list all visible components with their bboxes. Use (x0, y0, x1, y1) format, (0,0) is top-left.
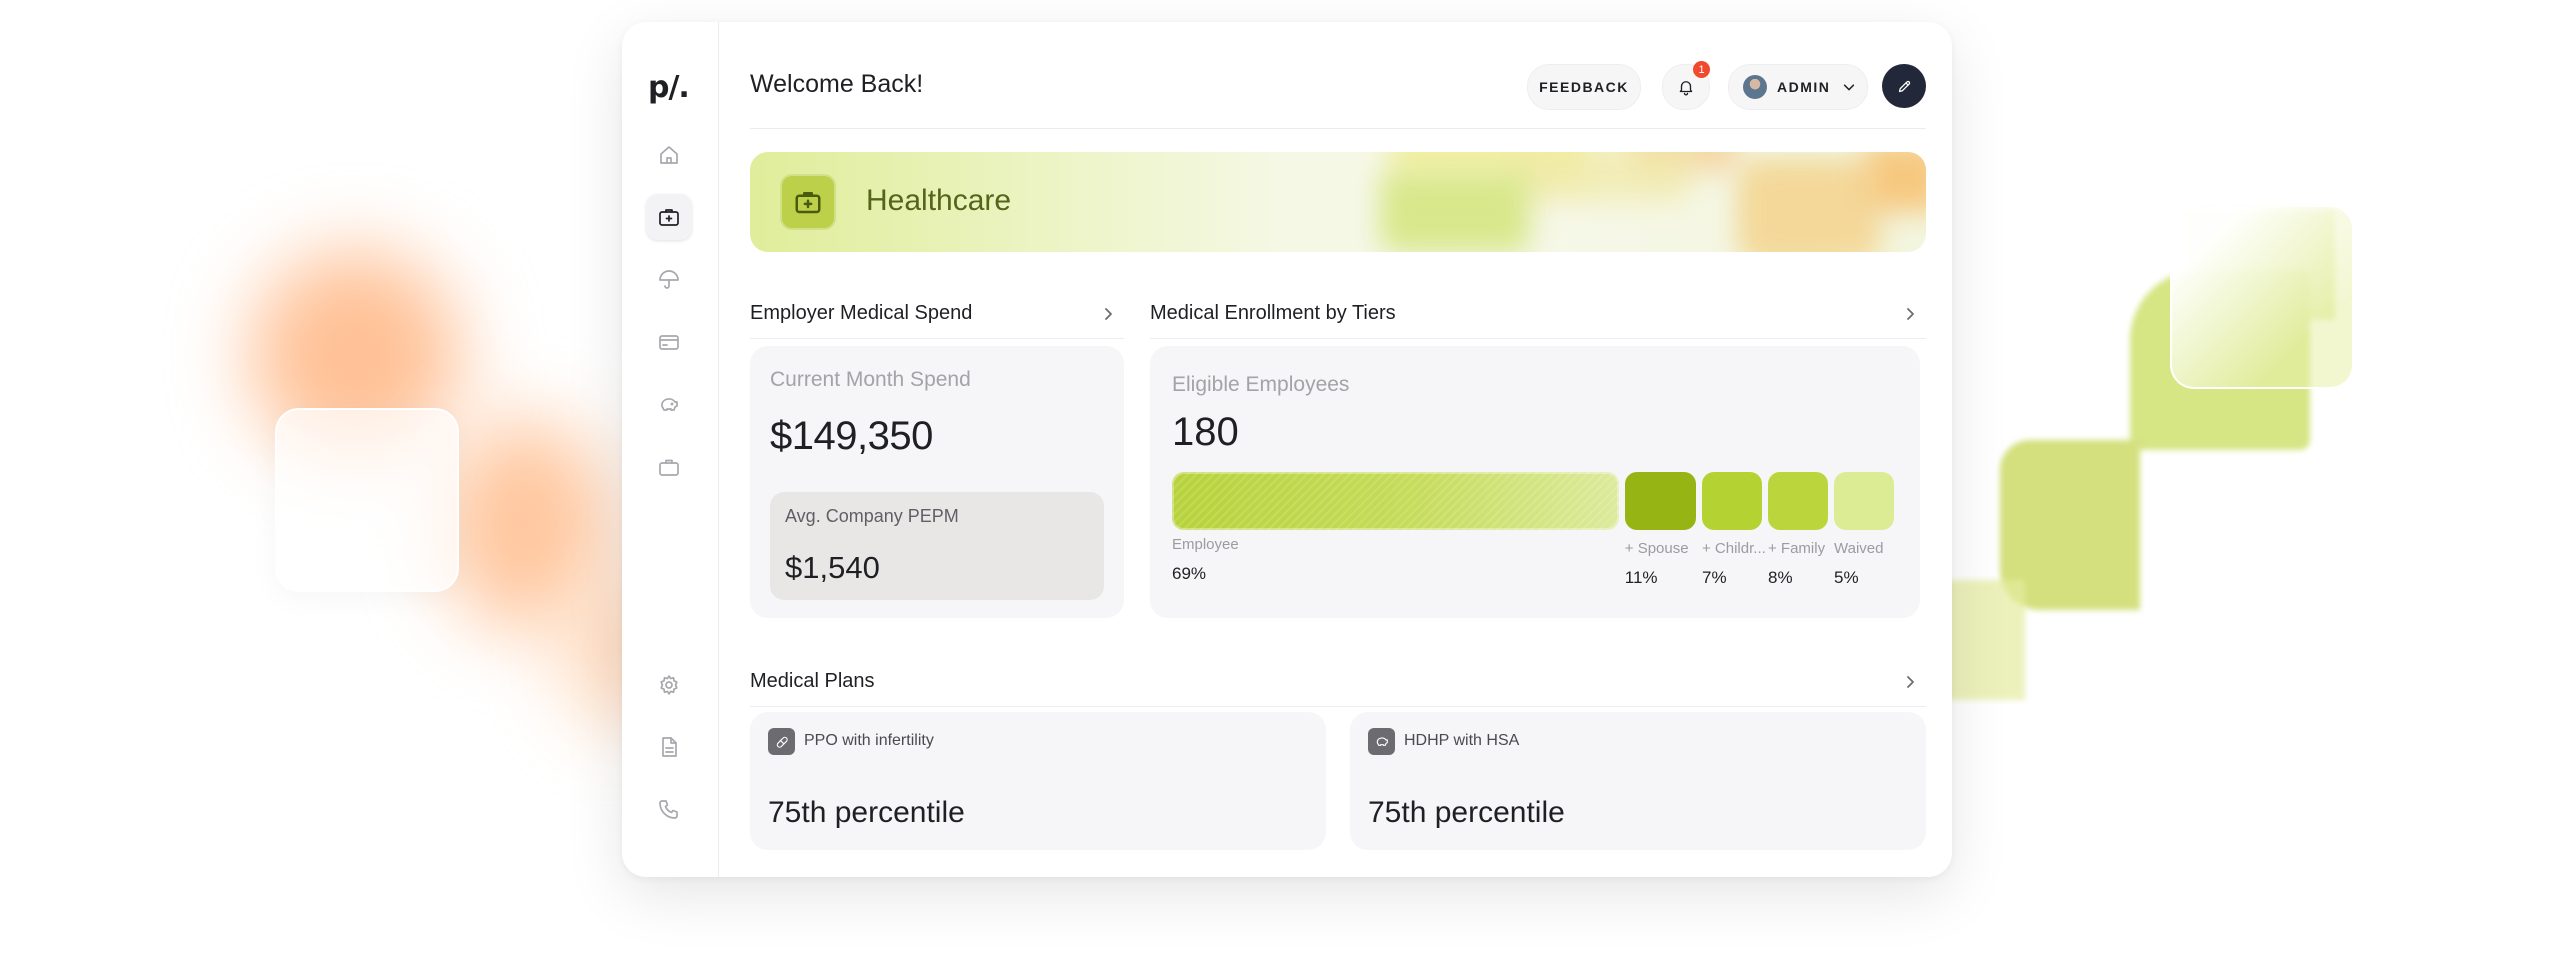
employer-spend-header[interactable]: Employer Medical Spend (750, 292, 1124, 339)
tier-bar-0[interactable] (1172, 472, 1619, 530)
home-icon (660, 146, 678, 164)
tier-percent: 8% (1768, 568, 1793, 587)
enrollment-header[interactable]: Medical Enrollment by Tiers (1150, 292, 1926, 339)
pill-icon (768, 728, 795, 755)
pepm-value: $1,540 (785, 550, 880, 585)
piggy-bank-icon (661, 398, 678, 411)
tier-label: Waived (1834, 540, 1884, 557)
chevron-right-icon[interactable] (1902, 674, 1918, 690)
background-glass-tile (2170, 205, 2354, 389)
background-glass-tile (275, 408, 459, 592)
eligible-employees-value: 180 (1172, 410, 1239, 454)
tier-percent: 7% (1702, 568, 1727, 587)
banner-decoration (1380, 172, 1530, 252)
tier-label: + Family (1768, 540, 1826, 557)
gear-icon (660, 675, 678, 695)
sidebar-item-cards[interactable] (646, 319, 692, 365)
tier-percent: 11% (1624, 568, 1658, 587)
chevron-right-icon[interactable] (1902, 306, 1918, 322)
app-window: p/. Welcome Back! FEEDBACK 1 ADMIN Healt… (622, 22, 1952, 877)
banner-decoration (1510, 152, 1690, 202)
piggy-bank-icon (1368, 728, 1395, 755)
tier-percent: 69% (1172, 564, 1207, 583)
medical-briefcase-icon (659, 209, 679, 226)
plan-percentile: 75th percentile (768, 796, 965, 829)
current-spend-label: Current Month Spend (770, 368, 971, 391)
section-title: Employer Medical Spend (750, 302, 973, 324)
tier-bar-1[interactable] (1624, 472, 1696, 530)
tier-bar-4[interactable] (1834, 472, 1894, 530)
banner-decoration (1865, 152, 1926, 212)
chevron-right-icon[interactable] (1100, 306, 1116, 322)
chevron-down-icon (1842, 80, 1856, 94)
sidebar-item-support[interactable] (646, 786, 692, 832)
section-title: Medical Enrollment by Tiers (1150, 302, 1396, 324)
current-spend-value: $149,350 (770, 414, 933, 458)
tier-bar-2[interactable] (1702, 472, 1762, 530)
sidebar-item-home[interactable] (646, 132, 692, 178)
banner-decoration (1740, 162, 1880, 252)
tier-label: Employee (1172, 536, 1239, 553)
sidebar: p/. (622, 22, 719, 877)
section-title: Medical Plans (750, 670, 875, 692)
sidebar-item-insurance[interactable] (646, 257, 692, 303)
plan-name: PPO with infertility (804, 732, 934, 749)
sidebar-item-work[interactable] (646, 444, 692, 490)
plan-card[interactable]: HDHP with HSA 75th percentile (1350, 712, 1926, 850)
pencil-icon (1898, 80, 1910, 92)
sidebar-item-documents[interactable] (646, 724, 692, 770)
phone-icon (659, 800, 678, 819)
briefcase-icon (659, 459, 679, 476)
background-green-block (1945, 580, 2025, 700)
current-spend-card: Current Month Spend $149,350 Avg. Compan… (750, 346, 1124, 618)
sidebar-item-savings[interactable] (646, 382, 692, 428)
pepm-box: Avg. Company PEPM $1,540 (770, 492, 1104, 600)
feedback-button[interactable]: FEEDBACK (1527, 64, 1641, 110)
medical-briefcase-icon (795, 192, 821, 214)
plan-name: HDHP with HSA (1404, 732, 1520, 749)
enrollment-card: Eligible Employees 180 Employee 69% + Spou… (1150, 346, 1920, 618)
healthcare-banner: Healthcare (750, 152, 1926, 252)
banner-icon (780, 174, 836, 230)
logo[interactable]: p/. (648, 70, 690, 105)
banner-title: Healthcare (866, 184, 1012, 217)
umbrella-icon (659, 270, 679, 289)
credit-card-icon (659, 335, 679, 350)
tier-label: + Spouse (1624, 540, 1689, 557)
edit-button[interactable] (1882, 64, 1926, 108)
notification-badge: 1 (1693, 61, 1710, 78)
user-menu-button[interactable]: ADMIN (1728, 64, 1868, 110)
top-bar: Welcome Back! FEEDBACK 1 ADMIN (750, 61, 1926, 129)
main-content: Welcome Back! FEEDBACK 1 ADMIN Healthcar… (750, 22, 1926, 877)
pepm-label: Avg. Company PEPM (785, 506, 959, 526)
bell-icon (1679, 81, 1693, 96)
sidebar-item-settings[interactable] (646, 662, 692, 708)
tier-percent: 5% (1834, 568, 1859, 587)
avatar (1743, 75, 1767, 99)
page-title: Welcome Back! (750, 70, 924, 98)
plan-percentile: 75th percentile (1368, 796, 1565, 829)
plan-card[interactable]: PPO with infertility 75th percentile (750, 712, 1326, 850)
tier-label: + Childr... (1702, 540, 1766, 557)
notifications-button[interactable]: 1 (1662, 61, 1710, 110)
sidebar-item-healthcare[interactable] (646, 194, 692, 240)
document-icon (662, 737, 677, 757)
eligible-employees-label: Eligible Employees (1172, 373, 1350, 396)
user-label: ADMIN (1777, 79, 1831, 95)
tier-bar-3[interactable] (1768, 472, 1828, 530)
medical-plans-header[interactable]: Medical Plans (750, 660, 1926, 707)
